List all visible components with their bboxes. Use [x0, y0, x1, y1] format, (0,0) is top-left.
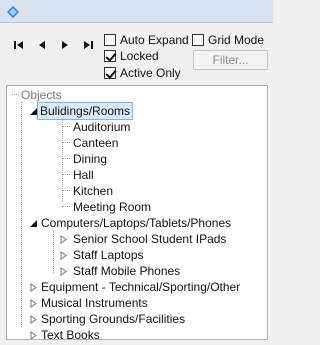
tree-node-staff-laptops[interactable]: Staff Laptops: [69, 246, 148, 262]
tree-node-sporting-grounds[interactable]: Sporting Grounds/Facilities: [37, 310, 189, 326]
tree-node-senior-school-ipads[interactable]: Senior School Student IPads: [69, 230, 230, 246]
tree-node-label: Text Books: [41, 328, 100, 340]
expand-arrow-icon[interactable]: [59, 251, 68, 260]
tree-node-buildings-rooms[interactable]: Bulidings/Rooms: [37, 102, 134, 120]
grid-mode-checkbox[interactable]: [192, 34, 204, 46]
auto-expand-option[interactable]: Auto Expand: [104, 32, 189, 48]
active-only-option[interactable]: Active Only: [104, 65, 181, 81]
grid-mode-option[interactable]: Grid Mode: [192, 32, 264, 48]
tree-node-kitchen[interactable]: Kitchen: [69, 182, 117, 198]
locked-label: Locked: [120, 49, 159, 63]
last-record-button[interactable]: [81, 38, 95, 52]
toolbar: Auto Expand Grid Mode Locked Active Only…: [0, 22, 273, 84]
tree-node-staff-mobile-phones[interactable]: Staff Mobile Phones: [69, 262, 184, 278]
app-diamond-icon: [7, 6, 19, 18]
tree-node-computers[interactable]: Computers/Laptops/Tablets/Phones: [37, 214, 235, 230]
first-record-icon: [14, 41, 23, 49]
locked-option[interactable]: Locked: [104, 48, 159, 64]
expand-arrow-icon[interactable]: [59, 267, 68, 276]
filter-button[interactable]: Filter...: [193, 50, 268, 70]
objects-panel: Auto Expand Grid Mode Locked Active Only…: [0, 0, 273, 345]
tree-node-text-books[interactable]: Text Books: [37, 326, 104, 340]
expand-arrow-icon[interactable]: [59, 235, 68, 244]
previous-record-icon: [39, 41, 45, 49]
grid-mode-label: Grid Mode: [208, 33, 265, 47]
title-bar: [0, 0, 273, 23]
last-record-icon: [84, 41, 93, 49]
locked-checkbox[interactable]: [104, 50, 116, 62]
auto-expand-label: Auto Expand: [120, 33, 189, 47]
next-record-button[interactable]: [58, 38, 72, 52]
active-only-label: Active Only: [120, 66, 181, 80]
tree-root[interactable]: Objects: [17, 86, 66, 102]
objects-tree[interactable]: Objects Bulidings/Rooms Auditorium Cante…: [6, 85, 268, 340]
tree-node-meeting-room[interactable]: Meeting Room: [69, 198, 155, 214]
next-record-icon: [62, 41, 68, 49]
active-only-checkbox[interactable]: [104, 67, 116, 79]
tree-node-musical-instruments[interactable]: Musical Instruments: [37, 294, 152, 310]
first-record-button[interactable]: [12, 38, 26, 52]
tree-node-canteen[interactable]: Canteen: [69, 134, 122, 150]
auto-expand-checkbox[interactable]: [104, 34, 116, 46]
tree-node-dining[interactable]: Dining: [69, 150, 111, 166]
previous-record-button[interactable]: [35, 38, 49, 52]
tree-node-equipment[interactable]: Equipment - Technical/Sporting/Other: [37, 278, 244, 294]
tree-node-hall[interactable]: Hall: [69, 166, 98, 182]
tree-node-auditorium[interactable]: Auditorium: [69, 118, 134, 134]
